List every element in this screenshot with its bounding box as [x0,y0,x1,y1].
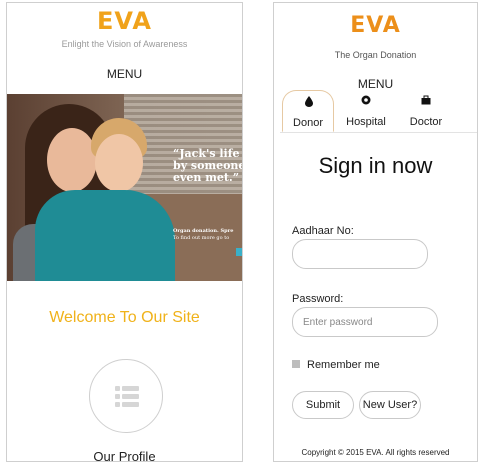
hero-subtext: Organ donation. Spre To find out more go… [173,228,233,242]
submit-button[interactable]: Submit [292,391,354,419]
hero-subtext-line: Organ donation. Spre [173,228,234,234]
role-tabs: Donor Hospital Doctor [280,90,477,133]
tab-label: Hospital [346,116,386,128]
list-icon [115,384,139,408]
hero-child-jacket [35,190,175,281]
remember-me-checkbox[interactable] [292,360,300,369]
signin-heading: Sign in now [318,153,433,178]
tab-label: Doctor [409,116,443,128]
location-pin-icon [338,94,394,106]
remember-me-label: Remember me [307,359,380,371]
tab-label: Donor [293,117,323,129]
copyright-footer: Copyright © 2015 EVA. All rights reserve… [301,448,450,457]
brand-logo[interactable]: EVA [274,13,477,38]
briefcase-icon [400,94,452,106]
remember-me[interactable]: Remember me [292,359,380,371]
profile-button[interactable] [89,359,163,433]
hero-subtext-line: To find out more go to [173,235,230,241]
aadhaar-label: Aadhaar No: [292,225,354,237]
slider-next-button[interactable] [236,248,242,256]
brand-logo[interactable]: EVA [7,7,242,35]
tagline: Enlight the Vision of Awareness [61,39,188,49]
hero-quote: “Jack's life w by someone even met.” [173,148,242,184]
tagline: The Organ Donation [334,50,417,60]
tab-donor[interactable]: Donor [282,90,334,132]
hero-banner: “Jack's life w by someone even met.” Org… [7,94,242,281]
hero-mother-face [47,128,97,192]
hero-quote-line: even met.” [173,171,240,184]
aadhaar-input[interactable] [292,239,428,269]
hero-child-face [95,134,143,192]
signin-screen: EVA The Organ Donation MENU Donor Hospit… [273,2,478,462]
homepage-screen: EVA Enlight the Vision of Awareness MENU… [6,2,243,462]
tab-doctor[interactable]: Doctor [400,90,452,132]
menu-button[interactable]: MENU [274,77,477,91]
new-user-button[interactable]: New User? [359,391,421,419]
drop-icon [283,95,333,107]
password-label: Password: [292,293,344,305]
menu-button[interactable]: MENU [7,67,242,81]
tab-hospital[interactable]: Hospital [338,90,394,132]
password-input[interactable] [292,307,438,337]
profile-label[interactable]: Our Profile [7,449,242,461]
welcome-heading: Welcome To Our Site [49,309,200,326]
